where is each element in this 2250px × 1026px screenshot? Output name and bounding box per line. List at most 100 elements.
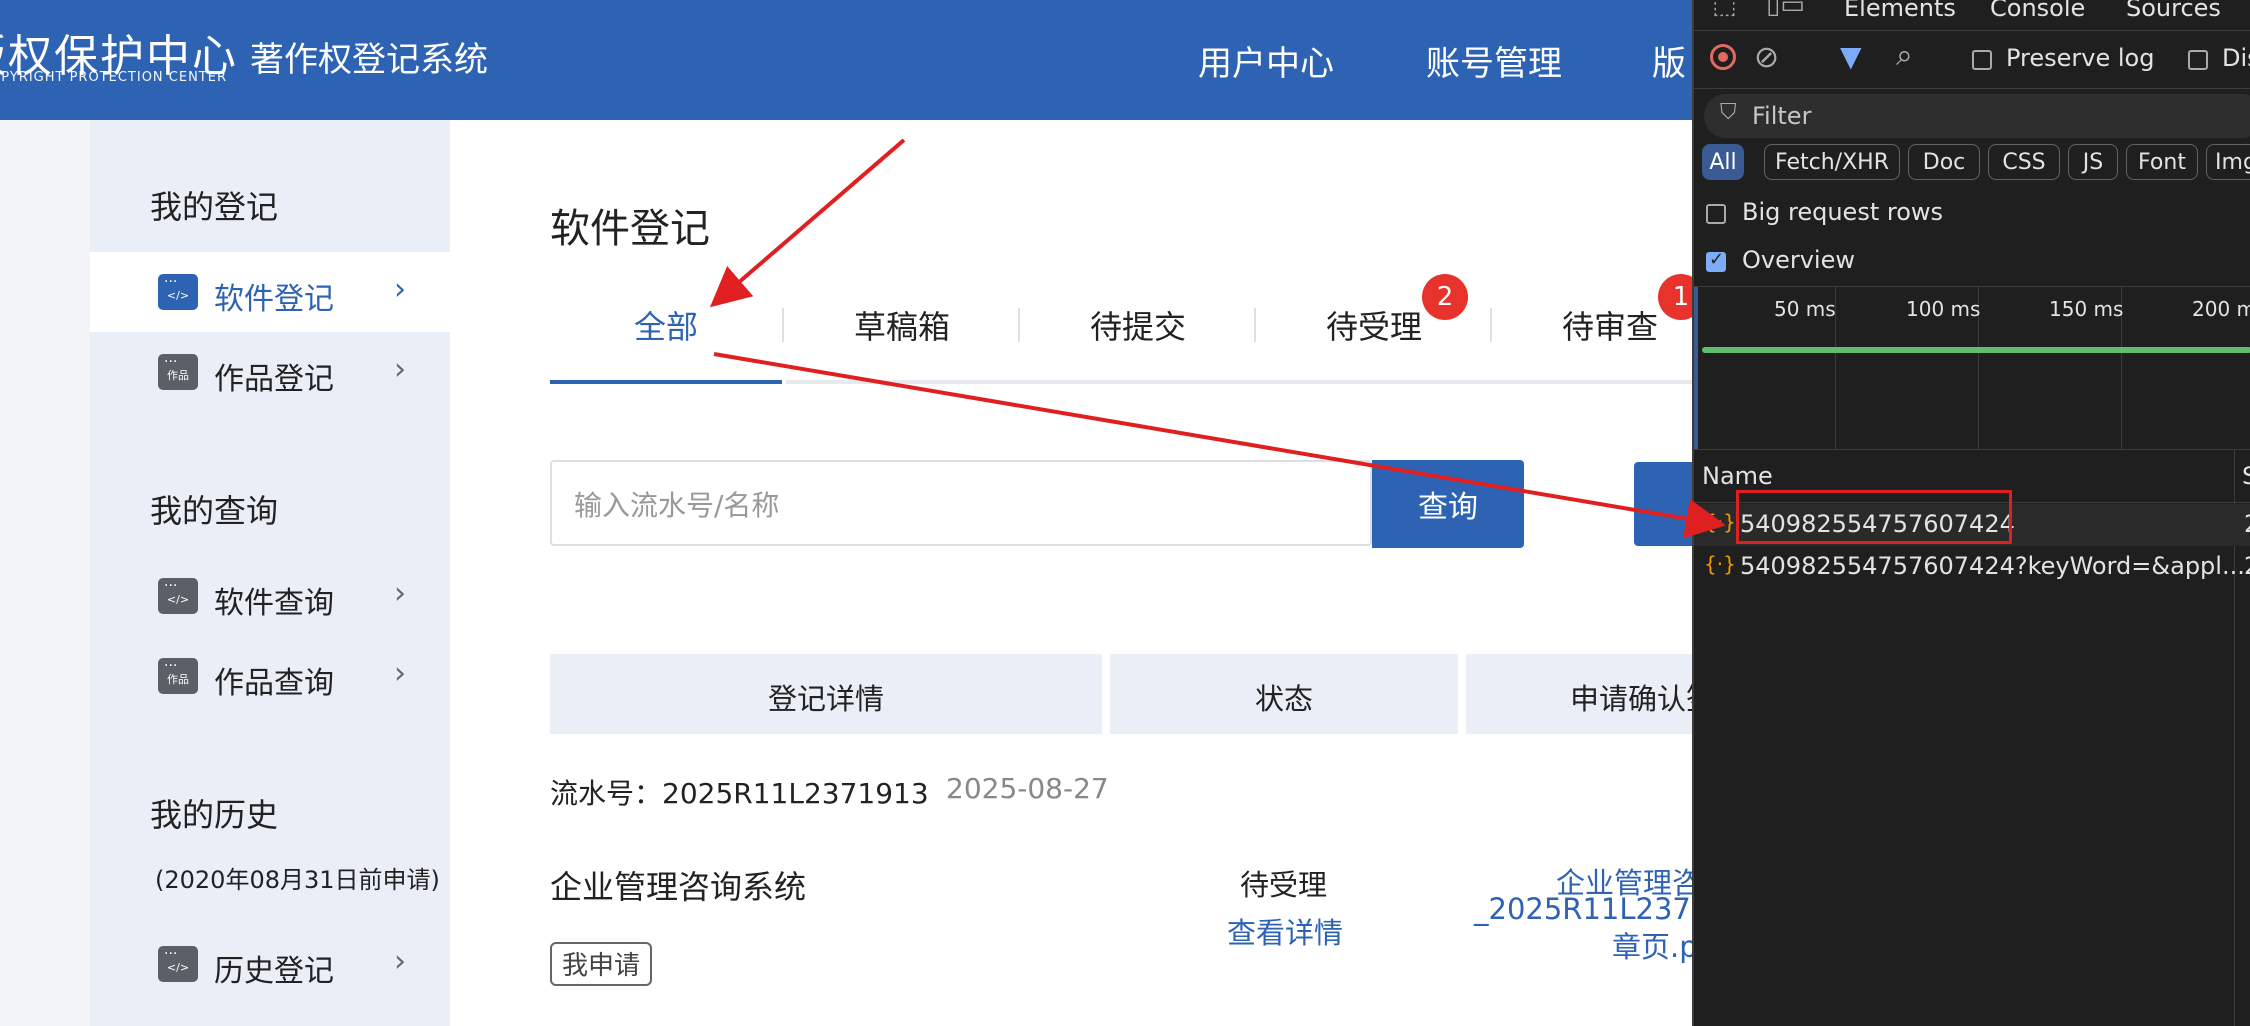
software-code-icon: ··· </> xyxy=(158,274,198,310)
search-button[interactable]: 查询 xyxy=(1372,460,1524,548)
chip-all[interactable]: All xyxy=(1702,144,1744,180)
clear-icon[interactable]: ⊘ xyxy=(1754,40,1779,75)
sidebar-history-note: (2020年08月31日前申请) xyxy=(155,866,440,894)
sidebar-section-my-query: 我的查询 xyxy=(150,492,279,530)
table-header-details: 登记详情 xyxy=(550,654,1102,734)
status-tabs: 全部 草稿箱 待提交 待受理 待审查 2 1 xyxy=(550,274,1704,386)
timeline-selection-marker xyxy=(1694,287,1698,449)
column-status-header[interactable]: S xyxy=(2242,462,2250,490)
preserve-log-checkbox[interactable] xyxy=(1972,50,1992,70)
disable-cache-label: Dis xyxy=(2222,44,2250,72)
overview-label: Overview xyxy=(1742,246,1855,274)
software-code-icon: ··· </> xyxy=(158,946,198,982)
confirmation-file-link[interactable]: 企业管理咨 _2025R11L2371 章页.p xyxy=(1460,860,1692,970)
nav-copyright[interactable]: 版 xyxy=(1652,36,1686,85)
sidebar-item-label: 作品登记 xyxy=(214,362,334,397)
software-code-icon: ··· </> xyxy=(158,578,198,614)
chevron-right-icon: › xyxy=(394,352,406,387)
request-status: 2 xyxy=(2244,552,2250,580)
sidebar-item-label: 软件登记 xyxy=(214,282,334,317)
page-title: 软件登记 xyxy=(550,206,710,252)
tab-divider xyxy=(1254,308,1256,342)
sidebar-item-software-registration[interactable]: ··· </> 软件登记 › xyxy=(90,252,450,332)
chevron-right-icon: › xyxy=(394,944,406,979)
filter-funnel-icon[interactable]: ▼ xyxy=(1840,40,1862,73)
system-title: 著作权登记系统 xyxy=(250,40,488,80)
tab-all[interactable]: 全部 xyxy=(550,280,782,382)
big-request-rows-checkbox[interactable] xyxy=(1706,204,1726,224)
file-link-line: 章页.p xyxy=(1612,930,1692,964)
tab-label: 待提交 xyxy=(1089,308,1186,346)
preserve-log-label: Preserve log xyxy=(2006,44,2155,72)
chip-img[interactable]: Img xyxy=(2206,144,2250,180)
top-header: 版权保护中心 COPYRIGHT PROTECTION CENTER 著作权登记… xyxy=(0,0,1692,120)
chip-fetch-xhr[interactable]: Fetch/XHR xyxy=(1764,144,1900,180)
chevron-right-icon: › xyxy=(394,576,406,611)
timeline-label: 50 ms xyxy=(1774,297,1836,321)
sidebar-item-work-query[interactable]: ··· 作品 作品查询 › xyxy=(90,636,450,716)
tab-underline xyxy=(786,380,1692,384)
page-gutter xyxy=(0,120,90,1026)
chip-font[interactable]: Font xyxy=(2126,144,2198,180)
timeline-label: 150 ms xyxy=(2049,297,2124,321)
column-name-header[interactable]: Name xyxy=(1702,462,1773,490)
inspect-element-icon[interactable]: ⬚ xyxy=(1712,0,1737,20)
network-toolbar: ⊘ ▼ ⌕ Preserve log Dis xyxy=(1694,32,2250,89)
secondary-action-button[interactable] xyxy=(1634,462,1692,546)
sidebar: 我的登记 ··· </> 软件登记 › ··· 作品 作品登记 › 我的查询 ···… xyxy=(90,120,450,1026)
search-icon[interactable]: ⌕ xyxy=(1896,38,1913,73)
tab-label: 全部 xyxy=(633,308,698,346)
chip-doc[interactable]: Doc xyxy=(1908,144,1980,180)
sidebar-item-label: 作品查询 xyxy=(214,666,334,701)
annotation-highlight-box xyxy=(1736,490,2012,544)
sidebar-item-work-registration[interactable]: ··· 作品 作品登记 › xyxy=(90,332,450,412)
overview-checkbox[interactable] xyxy=(1706,249,1726,272)
tab-label: 草稿箱 xyxy=(853,308,950,346)
sidebar-item-label: 软件查询 xyxy=(214,586,334,621)
devtools-tab-console[interactable]: Console xyxy=(1990,0,2085,22)
sidebar-section-my-registration: 我的登记 xyxy=(150,188,279,226)
tab-divider xyxy=(1018,308,1020,342)
sidebar-item-history-registration[interactable]: ··· </> 历史登记 › xyxy=(90,924,450,1004)
nav-user-center[interactable]: 用户中心 xyxy=(1198,36,1334,85)
devtools-tab-elements[interactable]: Elements xyxy=(1844,0,1956,22)
filter-icon: ⛉ xyxy=(1720,100,1737,125)
network-overview-timeline[interactable]: 50 ms 100 ms 150 ms 200 ms xyxy=(1694,286,2250,450)
work-document-icon: ··· 作品 xyxy=(158,658,198,694)
chevron-right-icon: › xyxy=(394,272,406,307)
device-toolbar-icon[interactable]: ▯▭ xyxy=(1766,0,1805,20)
json-response-icon: {·} xyxy=(1704,552,1736,576)
file-link-line: _2025R11L2371 xyxy=(1474,892,1692,926)
chip-css[interactable]: CSS xyxy=(1988,144,2060,180)
badge-pending-acceptance: 2 xyxy=(1422,274,1468,320)
tab-drafts[interactable]: 草稿箱 xyxy=(786,280,1018,382)
timeline-label: 100 ms xyxy=(1906,297,1981,321)
nav-account-management[interactable]: 账号管理 xyxy=(1426,36,1562,85)
timeline-request-bar xyxy=(1702,347,2250,353)
record-stop-icon[interactable] xyxy=(1710,44,1736,70)
network-request-row[interactable]: {·} 540982554757607424?keyWord=&appl... … xyxy=(1694,546,2250,588)
table-header-confirmation: 申请确认签 xyxy=(1466,654,1692,734)
logo-en: COPYRIGHT PROTECTION CENTER xyxy=(0,70,227,85)
json-response-icon: {·} xyxy=(1704,510,1736,534)
record-date: 2025-08-27 xyxy=(946,772,1109,805)
timeline-label: 200 ms xyxy=(2192,297,2250,321)
filter-placeholder: Filter xyxy=(1752,102,1812,130)
view-details-link[interactable]: 查看详情 xyxy=(1227,910,1343,952)
devtools-tab-sources[interactable]: Sources xyxy=(2126,0,2221,22)
applicant-tag: 我申请 xyxy=(550,942,653,986)
search-box xyxy=(550,460,1372,546)
chevron-right-icon: › xyxy=(394,656,406,691)
work-document-icon: ··· 作品 xyxy=(158,354,198,390)
chip-js[interactable]: JS xyxy=(2068,144,2118,180)
disable-cache-checkbox[interactable] xyxy=(2188,50,2208,70)
search-input[interactable] xyxy=(572,480,1336,530)
arrow-to-all-tab xyxy=(709,138,906,308)
tab-pending-submit[interactable]: 待提交 xyxy=(1022,280,1254,382)
sidebar-item-software-query[interactable]: ··· </> 软件查询 › xyxy=(90,556,450,636)
request-name: 540982554757607424?keyWord=&appl... xyxy=(1740,552,2245,580)
filter-input-box[interactable]: ⛉ Filter xyxy=(1704,94,2250,138)
tab-divider xyxy=(782,308,784,342)
tab-underline-active xyxy=(550,380,782,384)
big-request-rows-label: Big request rows xyxy=(1742,198,1944,226)
